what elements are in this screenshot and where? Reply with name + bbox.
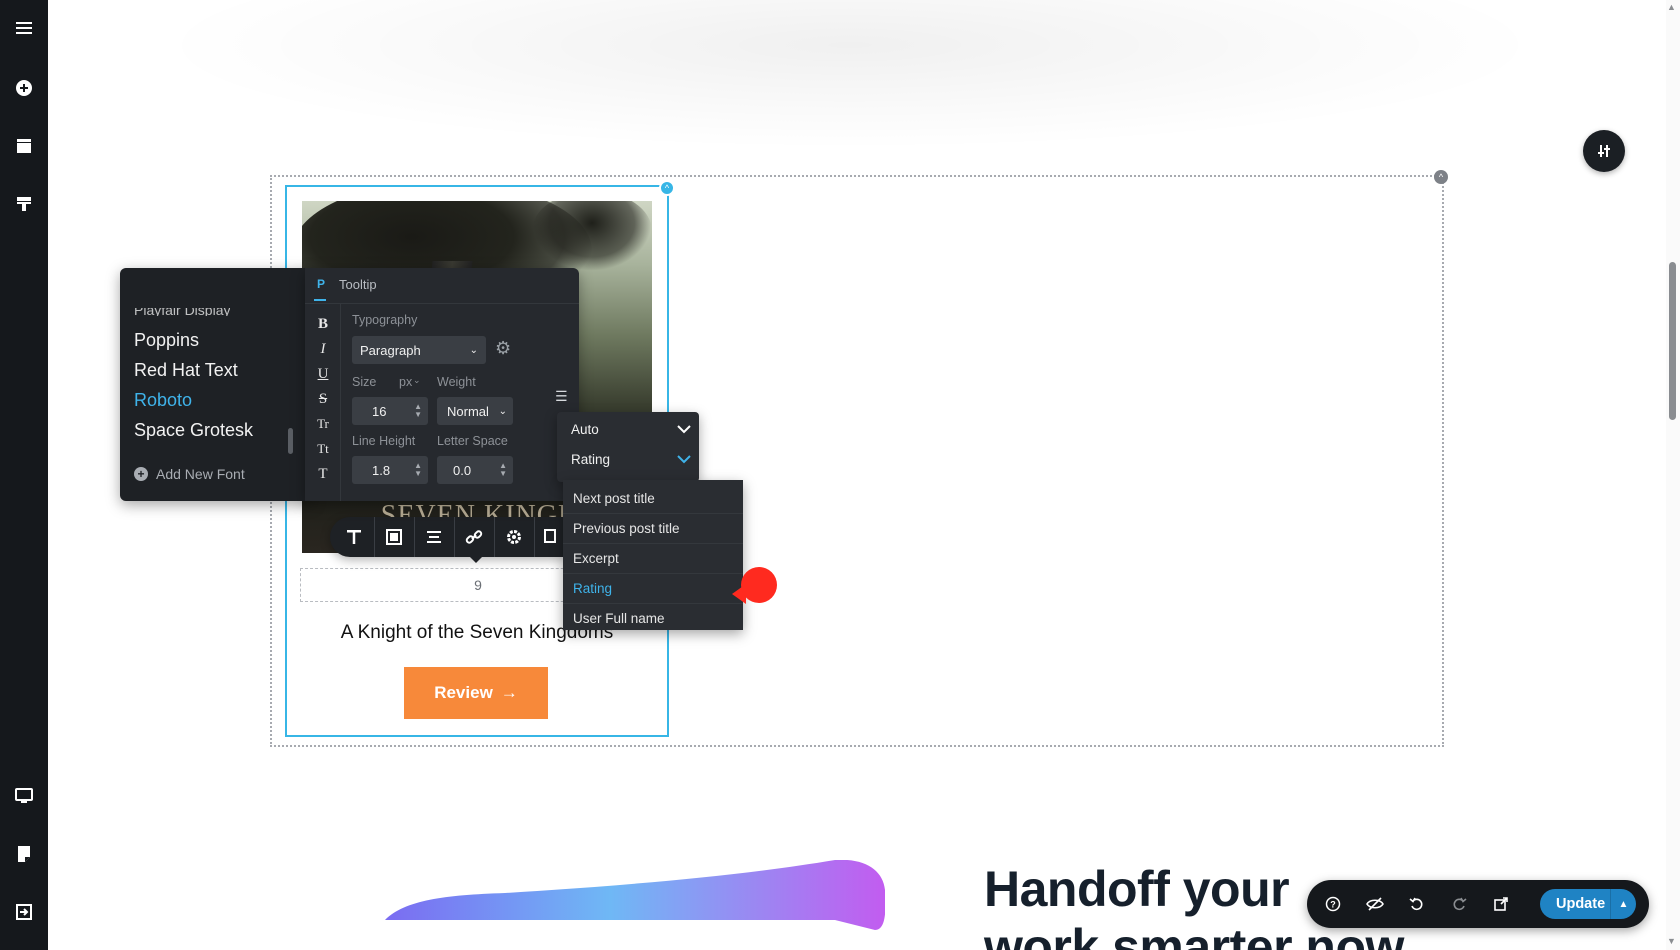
font-item-space-grotesk[interactable]: Space Grotesk: [134, 420, 253, 441]
help-icon[interactable]: ?: [1323, 894, 1343, 914]
tag-select[interactable]: Paragraph ⌄: [352, 336, 486, 364]
font-item-red-hat-text[interactable]: Red Hat Text: [134, 360, 238, 381]
review-label: Review: [434, 683, 493, 702]
weight-select[interactable]: Normal ⌄: [437, 397, 513, 425]
review-button[interactable]: Review →: [404, 667, 548, 719]
page-icon[interactable]: [12, 842, 36, 866]
option-rating[interactable]: Rating: [563, 574, 743, 604]
source-mode-value: Auto: [571, 422, 599, 437]
italic-button[interactable]: I: [315, 341, 331, 361]
block-icon[interactable]: [382, 525, 406, 549]
svg-text:?: ?: [1330, 900, 1336, 910]
letter-space-label: Letter Space: [437, 434, 508, 448]
font-item-poppins[interactable]: Poppins: [134, 330, 199, 351]
source-field-value: Rating: [571, 452, 611, 467]
align-icon[interactable]: [422, 525, 446, 549]
plus-icon: +: [134, 467, 148, 481]
section-handle-icon[interactable]: ^: [1434, 170, 1448, 184]
bottom-action-bar: ? Update ▲: [1307, 880, 1649, 928]
format-buttons: B I U S Tr Tt T: [305, 304, 341, 501]
page-scrollbar[interactable]: [1666, 0, 1680, 950]
redo-icon[interactable]: [1449, 894, 1469, 914]
chevron-down-icon: [677, 423, 691, 437]
tag-select-value: Paragraph: [360, 342, 421, 358]
external-link-icon[interactable]: [1491, 894, 1511, 914]
weight-value: Normal: [447, 403, 489, 419]
bold-button[interactable]: B: [315, 316, 331, 336]
left-sidebar: [0, 0, 48, 950]
desktop-icon[interactable]: [12, 784, 36, 808]
option-next-post-title[interactable]: Next post title: [563, 484, 743, 514]
add-new-font-label: Add New Font: [156, 466, 245, 482]
line-height-label: Line Height: [352, 434, 416, 448]
update-label: Update: [1556, 896, 1606, 912]
card-handle-icon[interactable]: ^: [659, 180, 675, 196]
strikethrough-button[interactable]: S: [315, 391, 331, 411]
chevron-down-icon: ⌄: [469, 344, 478, 356]
update-button[interactable]: Update ▲: [1540, 889, 1636, 919]
element-tag[interactable]: P: [317, 277, 325, 291]
element-toolbar: [330, 517, 566, 557]
structure-toggle-button[interactable]: [1583, 130, 1625, 172]
typography-header: P Tooltip: [305, 268, 579, 304]
dynamic-data-icon[interactable]: ☰: [555, 388, 568, 405]
source-field-select[interactable]: Rating: [571, 452, 691, 467]
unit-select[interactable]: px: [399, 375, 412, 389]
arrow-right-icon: →: [500, 683, 518, 702]
gradient-swoosh-graphic: [385, 860, 885, 930]
size-label: Size: [352, 375, 377, 389]
chevron-up-icon[interactable]: ▲: [1610, 889, 1636, 919]
option-excerpt[interactable]: Excerpt: [563, 544, 743, 574]
menu-icon[interactable]: [12, 16, 36, 40]
exit-icon[interactable]: [12, 900, 36, 924]
source-mode-select[interactable]: Auto: [571, 422, 691, 437]
font-list-scrollbar[interactable]: [288, 428, 293, 454]
weight-label: Weight: [437, 375, 476, 389]
font-item-clipped[interactable]: Playfair Display: [134, 308, 230, 316]
chevron-down-icon: ⌄: [498, 405, 507, 417]
size-stepper-icon[interactable]: ▲ ▼: [414, 403, 422, 419]
scroll-up-icon[interactable]: ▲: [1667, 2, 1676, 12]
size-input[interactable]: 16 ▲ ▼: [352, 397, 428, 425]
line-height-value: 1.8: [372, 462, 391, 478]
unit-chevron-icon: ⌄: [413, 375, 421, 385]
capitalize-button[interactable]: Tt: [315, 441, 331, 461]
line-height-stepper-icon[interactable]: ▲ ▼: [414, 462, 422, 478]
cursor-marker: [741, 567, 777, 603]
option-previous-post-title[interactable]: Previous post title: [563, 514, 743, 544]
source-field-options: Next post title Previous post title Exce…: [563, 480, 743, 630]
layout-icon[interactable]: [12, 134, 36, 158]
brush-icon[interactable]: [12, 192, 36, 216]
chevron-down-icon: [677, 453, 691, 467]
size-value: 16: [372, 403, 387, 419]
scroll-down-icon[interactable]: ▼: [1667, 936, 1676, 946]
line-height-input[interactable]: 1.8 ▲ ▼: [352, 456, 428, 484]
hero-shadow: [150, 0, 1550, 150]
sliders-icon: [1598, 145, 1610, 157]
underline-button[interactable]: U: [315, 366, 331, 386]
letter-space-input[interactable]: 0.0 ▲ ▼: [437, 456, 513, 484]
option-user-full-name[interactable]: User Full name: [563, 604, 743, 630]
font-list-panel: Playfair Display Poppins Red Hat Text Ro…: [120, 268, 312, 501]
font-item-roboto[interactable]: Roboto: [134, 390, 192, 411]
page-scrollbar-thumb[interactable]: [1669, 262, 1676, 420]
letter-space-value: 0.0: [453, 462, 472, 478]
add-new-font-button[interactable]: + Add New Font: [134, 466, 245, 482]
dynamic-source-panel: Auto Rating: [557, 412, 699, 482]
add-circle-icon[interactable]: [12, 76, 36, 100]
undo-icon[interactable]: [1407, 894, 1427, 914]
settings-icon[interactable]: [502, 525, 526, 549]
typography-panel: P Tooltip B I U S Tr Tt T Typography Par…: [305, 268, 579, 501]
transform-button[interactable]: Tr: [315, 416, 331, 436]
letter-space-stepper-icon[interactable]: ▲ ▼: [499, 462, 507, 478]
copy-icon[interactable]: [540, 525, 564, 549]
uppercase-button[interactable]: T: [315, 466, 331, 486]
link-icon[interactable]: [462, 525, 486, 549]
text-icon[interactable]: [342, 525, 366, 549]
typography-label: Typography: [352, 313, 418, 327]
visibility-icon[interactable]: [1365, 894, 1385, 914]
element-name: Tooltip: [339, 277, 377, 292]
typography-settings-icon[interactable]: ⚙: [495, 338, 511, 359]
